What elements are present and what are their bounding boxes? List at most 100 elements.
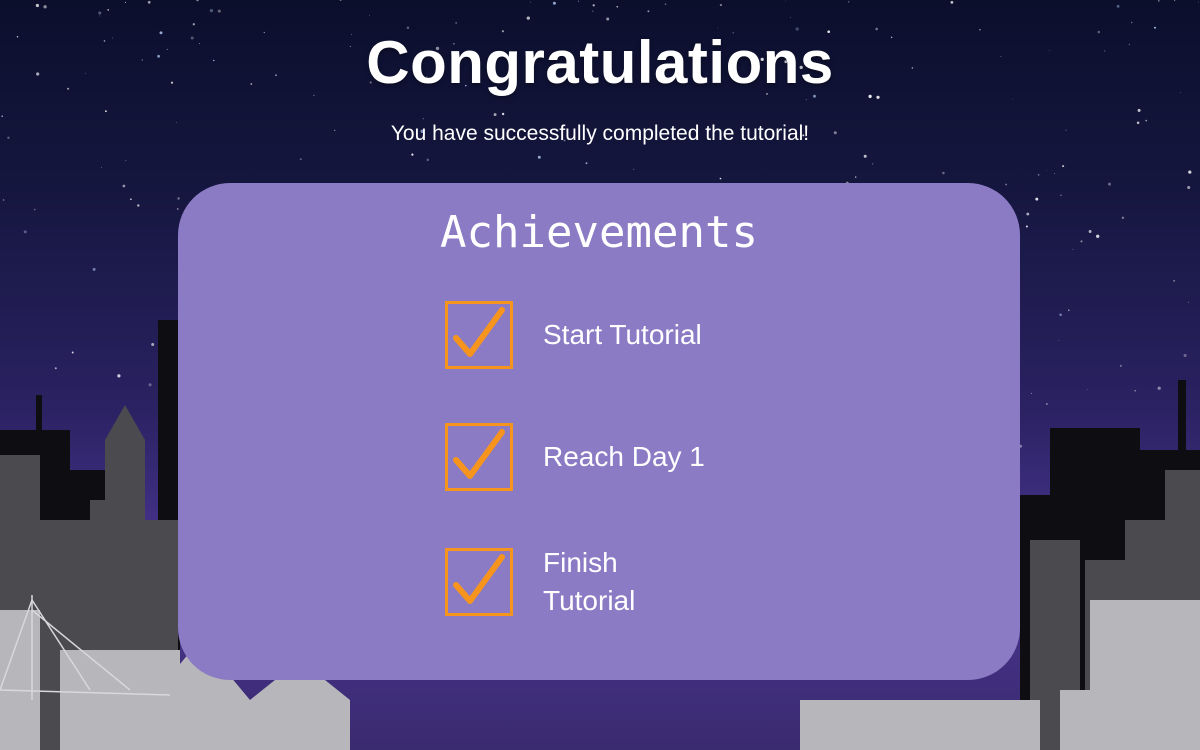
star bbox=[1, 115, 3, 117]
star bbox=[1121, 216, 1125, 219]
star bbox=[35, 3, 40, 8]
achievements-heading: Achievements bbox=[440, 207, 758, 258]
star bbox=[501, 112, 505, 116]
star bbox=[942, 171, 945, 175]
star bbox=[101, 167, 102, 168]
star bbox=[950, 1, 954, 4]
star bbox=[578, 0, 580, 2]
star bbox=[1059, 313, 1062, 317]
star bbox=[1173, 280, 1175, 282]
star bbox=[124, 1, 126, 3]
achievement-item: Finish Tutorial bbox=[445, 544, 663, 620]
star bbox=[1087, 389, 1088, 390]
achievement-checkbox bbox=[445, 548, 513, 616]
star bbox=[585, 162, 588, 165]
star bbox=[1068, 309, 1070, 312]
star bbox=[107, 9, 110, 11]
star bbox=[104, 110, 107, 113]
star bbox=[493, 113, 497, 117]
star bbox=[122, 184, 126, 188]
star bbox=[1035, 197, 1039, 201]
star bbox=[125, 159, 127, 162]
star bbox=[1183, 353, 1187, 357]
star bbox=[790, 17, 791, 19]
star bbox=[1157, 0, 1160, 2]
star bbox=[871, 163, 874, 165]
star bbox=[863, 154, 867, 158]
star bbox=[71, 351, 74, 354]
star bbox=[784, 0, 786, 2]
achievement-label: Reach Day 1 bbox=[543, 441, 705, 472]
star bbox=[1188, 301, 1190, 303]
star bbox=[1157, 386, 1161, 390]
star bbox=[526, 16, 530, 20]
checkmark-icon bbox=[453, 429, 505, 479]
star bbox=[1120, 365, 1122, 367]
achievement-item: Reach Day 1 bbox=[445, 423, 733, 491]
star bbox=[855, 176, 857, 178]
page-subtitle: You have successfully completed the tuto… bbox=[390, 122, 810, 145]
star bbox=[647, 10, 650, 13]
star bbox=[805, 99, 807, 101]
star bbox=[537, 155, 541, 159]
star bbox=[217, 9, 221, 13]
star bbox=[1107, 182, 1112, 186]
star bbox=[137, 204, 140, 207]
star bbox=[1187, 185, 1191, 190]
star bbox=[411, 153, 414, 156]
star bbox=[196, 0, 199, 2]
star bbox=[1174, 0, 1176, 2]
star bbox=[43, 5, 47, 9]
achievement-label: Start Tutorial bbox=[543, 319, 702, 350]
star bbox=[1025, 225, 1028, 228]
star bbox=[1062, 165, 1065, 168]
star bbox=[1080, 240, 1083, 243]
achievements-panel: Achievements Start Tutorial Reach Day 1 … bbox=[178, 183, 1020, 680]
star bbox=[1096, 234, 1100, 238]
star bbox=[130, 198, 132, 201]
star bbox=[1060, 194, 1062, 196]
star bbox=[1058, 340, 1060, 341]
star bbox=[1031, 392, 1033, 394]
star bbox=[299, 158, 302, 161]
star bbox=[552, 1, 556, 5]
star bbox=[98, 11, 102, 15]
star bbox=[1054, 173, 1055, 174]
checkmark-icon bbox=[453, 307, 505, 357]
star bbox=[209, 8, 214, 13]
star bbox=[606, 17, 610, 21]
star bbox=[1130, 21, 1133, 24]
star bbox=[1012, 98, 1014, 100]
star bbox=[33, 208, 36, 211]
star bbox=[23, 230, 27, 234]
star bbox=[98, 15, 101, 17]
achievement-checkbox bbox=[445, 423, 513, 491]
star bbox=[1188, 170, 1192, 174]
star bbox=[147, 0, 151, 4]
star bbox=[664, 3, 667, 5]
star bbox=[177, 197, 180, 200]
star bbox=[592, 4, 595, 7]
star bbox=[1134, 389, 1137, 392]
star bbox=[1197, 1, 1199, 3]
achievement-label: Finish Tutorial bbox=[543, 547, 636, 616]
star bbox=[633, 168, 635, 170]
star bbox=[592, 10, 594, 12]
star bbox=[92, 267, 96, 271]
star bbox=[54, 367, 57, 370]
star bbox=[616, 5, 619, 8]
star bbox=[1046, 170, 1048, 172]
star bbox=[719, 3, 723, 7]
star bbox=[2, 199, 5, 201]
star bbox=[455, 21, 458, 24]
achievement-item: Start Tutorial bbox=[445, 301, 733, 369]
star bbox=[192, 23, 195, 26]
achievement-checkbox bbox=[445, 301, 513, 369]
star bbox=[422, 118, 424, 120]
checkmark-icon bbox=[453, 554, 505, 604]
star bbox=[1137, 108, 1141, 112]
star bbox=[339, 0, 342, 1]
star bbox=[1088, 230, 1092, 233]
star bbox=[151, 343, 155, 346]
star bbox=[719, 177, 722, 180]
